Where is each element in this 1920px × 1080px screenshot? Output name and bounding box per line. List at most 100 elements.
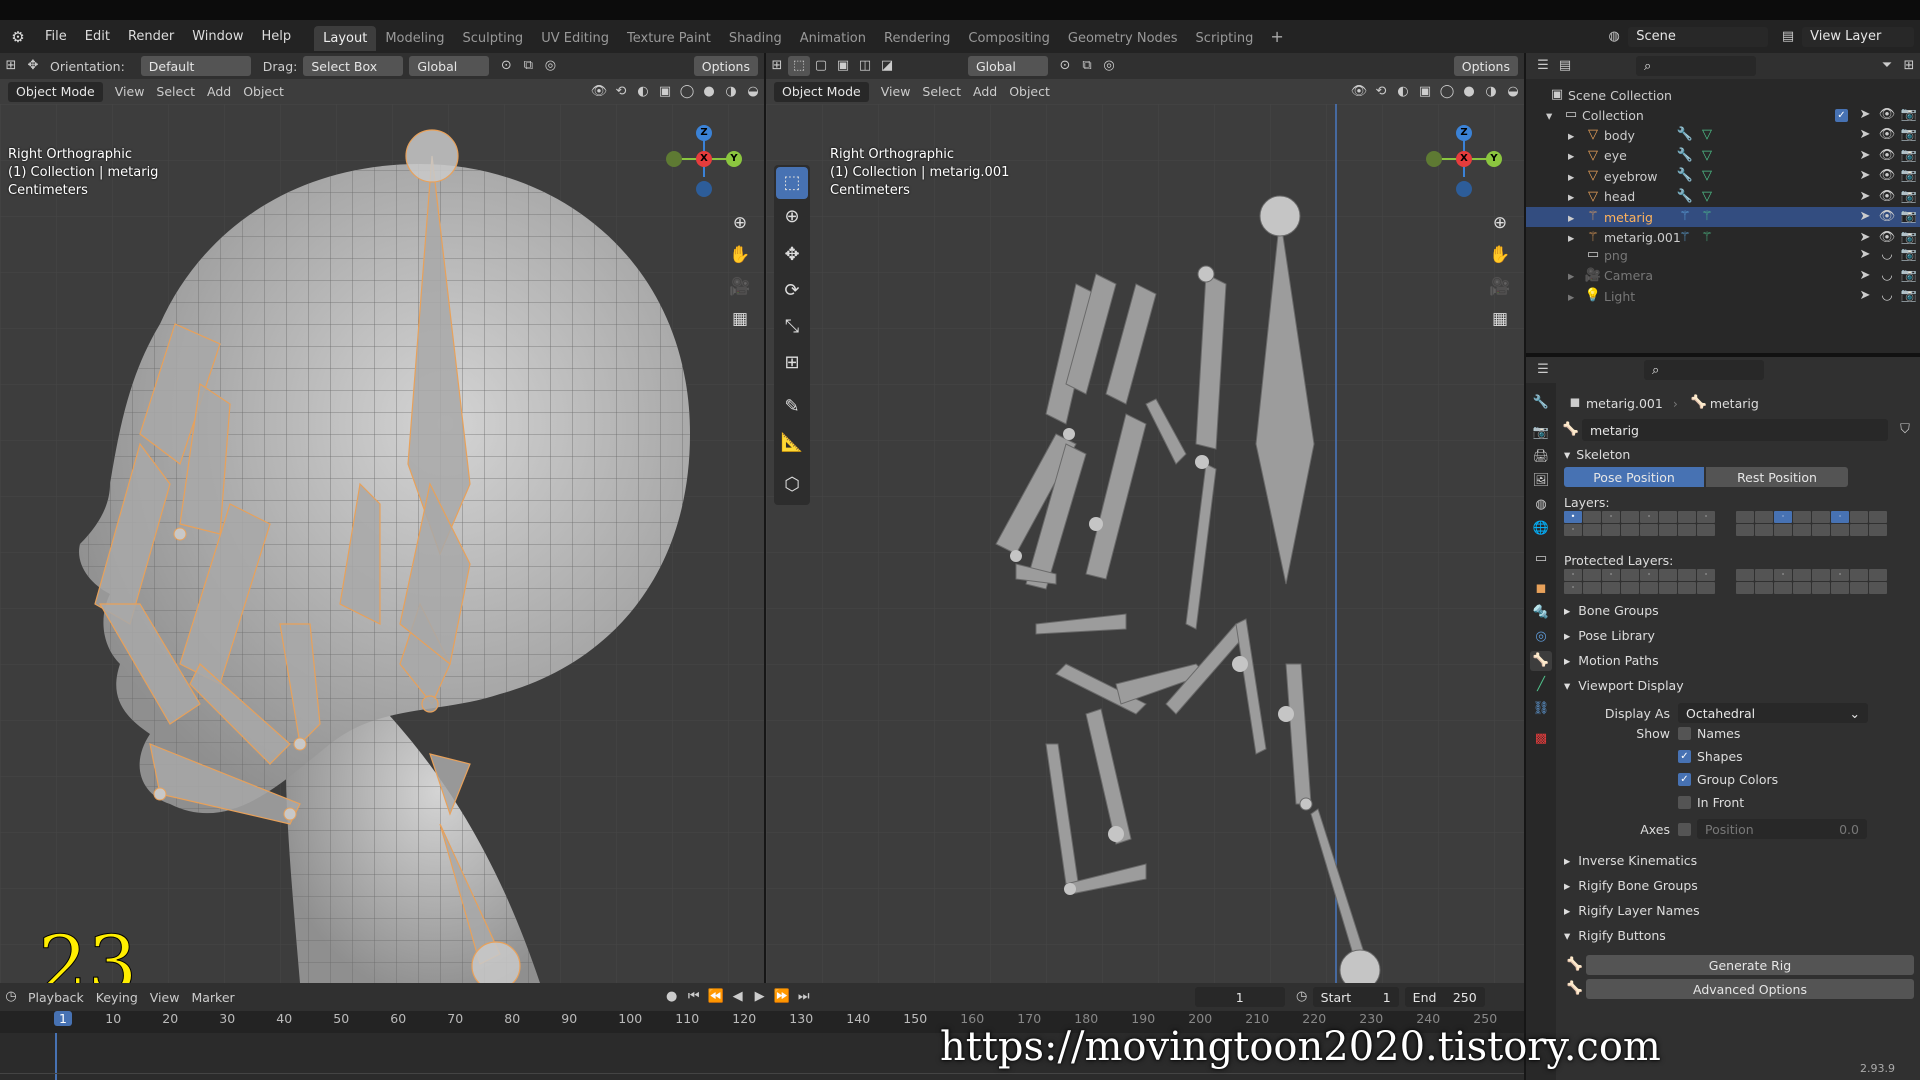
select-toggle-icon[interactable]: ➤ xyxy=(1854,266,1876,286)
layer-cell[interactable] xyxy=(1659,511,1677,523)
camera-view-icon[interactable]: 🎥 xyxy=(726,273,754,301)
outliner-search-input[interactable]: ⌕ xyxy=(1636,56,1756,76)
collection-exclude-checkbox[interactable]: ✓ xyxy=(1835,108,1848,122)
layer-cell[interactable] xyxy=(1602,524,1620,536)
layer-cell[interactable] xyxy=(1793,511,1811,523)
outliner-item[interactable]: ▸ ▽ eye 🔧 ▽ ➤ 👁 📷 xyxy=(1526,146,1920,166)
section-viewport-display[interactable]: ▾ Viewport Display xyxy=(1564,678,1684,693)
armature-layers-group-b[interactable]: · · xyxy=(1736,511,1887,536)
outliner-item-expand-icon[interactable]: ▸ xyxy=(1568,230,1582,245)
outliner-filter-icon[interactable]: ⏷ xyxy=(1876,56,1898,76)
left-xray-icon[interactable]: ▣ xyxy=(654,82,676,102)
layer-cell[interactable] xyxy=(1869,582,1887,594)
cursor-tool-icon[interactable]: ⊕ xyxy=(776,201,808,233)
right-proportional-icon[interactable]: ◎ xyxy=(1098,56,1120,76)
tab-rendering[interactable]: Rendering xyxy=(875,26,959,51)
outliner-item-expand-icon[interactable]: ▸ xyxy=(1568,289,1582,304)
layer-cell[interactable]: · xyxy=(1564,569,1582,581)
outliner-new-collection-icon[interactable]: ⊞ xyxy=(1898,56,1920,76)
properties-search-input[interactable]: ⌕ xyxy=(1644,360,1764,380)
layer-cell[interactable] xyxy=(1678,524,1696,536)
right-editor-type-icon[interactable]: ⊞ xyxy=(766,56,788,76)
collection-eye-icon[interactable]: 👁 xyxy=(1876,105,1898,125)
rotate-tool-icon[interactable]: ⟳ xyxy=(776,275,808,307)
view-layer-tab-icon[interactable]: 🖼 xyxy=(1530,471,1552,491)
right-navigation-gizmo[interactable]: Z X Y xyxy=(1424,119,1504,199)
layer-cell[interactable] xyxy=(1774,582,1792,594)
timeline-menu-marker[interactable]: Marker xyxy=(191,990,234,1005)
outliner-collection[interactable]: ▾ ▭ Collection ✓ ➤ 👁 📷 xyxy=(1526,105,1920,125)
tab-sculpting[interactable]: Sculpting xyxy=(453,26,532,51)
bone-tab-icon[interactable]: ╱ xyxy=(1530,675,1552,695)
collection-render-icon[interactable]: 📷 xyxy=(1898,105,1920,125)
fake-user-shield-icon[interactable]: ⛉ xyxy=(1894,420,1916,440)
play-icon[interactable]: ▶ xyxy=(749,987,771,1007)
world-tab-icon[interactable]: 🌐 xyxy=(1530,519,1552,539)
jump-start-icon[interactable]: ⏮ xyxy=(683,987,705,1007)
layer-cell[interactable] xyxy=(1850,582,1868,594)
select-toggle-icon[interactable]: ➤ xyxy=(1854,187,1876,207)
add-cube-tool-icon[interactable]: ⬡ xyxy=(776,469,808,501)
scale-tool-icon[interactable]: ⤡ xyxy=(776,311,808,343)
right-menu-object[interactable]: Object xyxy=(1009,84,1050,99)
right-pivot-icon[interactable]: ⊙ xyxy=(1054,56,1076,76)
layer-cell[interactable] xyxy=(1583,524,1601,536)
layer-cell[interactable] xyxy=(1678,511,1696,523)
right-shading-render-icon[interactable]: ◒ xyxy=(1502,82,1524,102)
right-shading-solid-icon[interactable]: ● xyxy=(1458,82,1480,102)
tab-texture-paint[interactable]: Texture Paint xyxy=(618,26,720,51)
layer-cell[interactable]: · xyxy=(1697,511,1715,523)
layer-cell[interactable] xyxy=(1736,524,1754,536)
right-overlay-toggle-icon[interactable]: ◐ xyxy=(1392,82,1414,102)
gizmo-x-icon[interactable]: X xyxy=(696,151,712,167)
gizmo-neg-y-icon[interactable] xyxy=(666,151,682,167)
right-gizmo-y-icon[interactable]: Y xyxy=(1486,151,1502,167)
left-menu-select[interactable]: Select xyxy=(156,84,195,99)
left-shading-render-icon[interactable]: ◒ xyxy=(742,82,764,102)
select-toggle-icon[interactable]: ➤ xyxy=(1854,245,1876,265)
visibility-eye-icon[interactable]: ◡ xyxy=(1876,286,1898,306)
axes-position-field[interactable]: Position 0.0 xyxy=(1697,819,1867,839)
right-grid-toggle-icon[interactable]: ▦ xyxy=(1486,305,1514,333)
collection-tab-icon[interactable]: ▭ xyxy=(1530,549,1552,569)
section-pose-library[interactable]: ▸ Pose Library xyxy=(1564,628,1655,643)
properties-editor-type-icon[interactable]: ☰ xyxy=(1532,360,1554,380)
add-workspace-icon[interactable]: + xyxy=(1262,27,1291,46)
current-frame-field[interactable]: 1 xyxy=(1194,987,1285,1007)
start-frame-field[interactable]: Start 1 xyxy=(1312,987,1399,1007)
right-gizmo-neg-y-icon[interactable] xyxy=(1426,151,1442,167)
visibility-eye-icon[interactable]: 👁 xyxy=(1876,166,1898,186)
layer-cell[interactable]: · xyxy=(1564,524,1582,536)
layer-cell[interactable] xyxy=(1812,569,1830,581)
jump-keyframe-back-icon[interactable]: ⏪ xyxy=(705,987,727,1007)
outliner-item[interactable]: ▸ ▽ head 🔧 ▽ ➤ 👁 📷 xyxy=(1526,187,1920,207)
layer-cell[interactable] xyxy=(1736,569,1754,581)
layer-cell[interactable] xyxy=(1812,511,1830,523)
outliner-editor-type-icon[interactable]: ☰ xyxy=(1532,56,1554,76)
view-layer-icon[interactable]: ▤ xyxy=(1778,27,1798,47)
layer-cell[interactable]: · xyxy=(1640,569,1658,581)
view-layer-selector[interactable]: View Layer xyxy=(1802,26,1914,47)
armature-layers-group-a[interactable]: • · · · · xyxy=(1564,511,1715,536)
play-reverse-icon[interactable]: ◀ xyxy=(727,987,749,1007)
tab-uv-editing[interactable]: UV Editing xyxy=(532,26,618,51)
layer-cell[interactable] xyxy=(1755,511,1773,523)
layer-cell[interactable] xyxy=(1640,582,1658,594)
layer-cell[interactable] xyxy=(1678,582,1696,594)
layer-cell[interactable] xyxy=(1793,582,1811,594)
right-gizmo-neg-z-icon[interactable] xyxy=(1456,181,1472,197)
timeline-editor-type-icon[interactable]: ◷ xyxy=(0,987,22,1007)
section-rigify-buttons[interactable]: ▾ Rigify Buttons xyxy=(1564,928,1666,943)
shapes-checkbox[interactable]: ✓ xyxy=(1678,750,1691,763)
left-3d-viewport[interactable]: ⊞ ✥ Orientation: Default Drag: Select Bo… xyxy=(0,53,764,983)
layer-cell[interactable] xyxy=(1621,569,1639,581)
outliner-item-expand-icon[interactable]: ▸ xyxy=(1568,268,1582,283)
jump-keyframe-forward-icon[interactable]: ⏩ xyxy=(771,987,793,1007)
layer-cell[interactable] xyxy=(1697,524,1715,536)
layer-cell[interactable] xyxy=(1850,569,1868,581)
right-menu-add[interactable]: Add xyxy=(973,84,997,99)
visibility-eye-icon[interactable]: ◡ xyxy=(1876,266,1898,286)
outliner-item-expand-icon[interactable]: ▸ xyxy=(1568,210,1582,225)
pivot-point-icon[interactable]: ⊙ xyxy=(495,56,517,76)
collection-select-icon[interactable]: ➤ xyxy=(1854,105,1876,125)
